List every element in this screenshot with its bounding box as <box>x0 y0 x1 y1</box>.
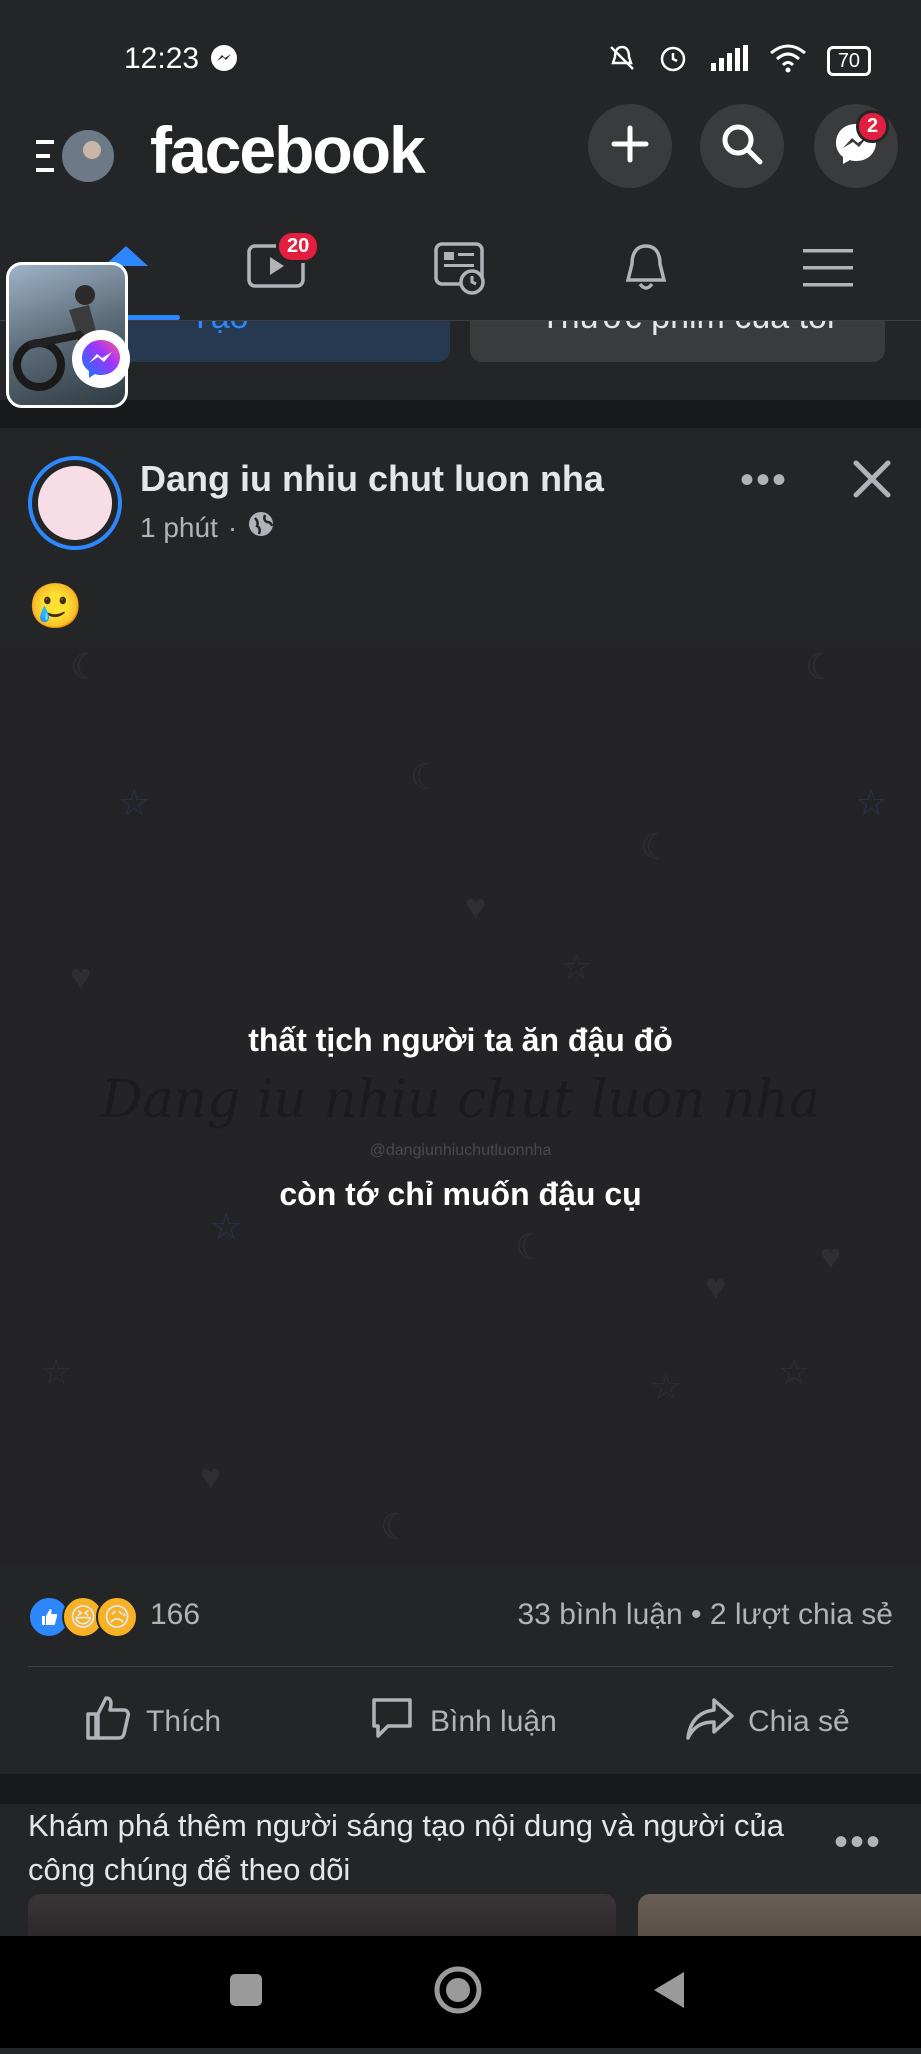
tab-notifications[interactable] <box>606 230 686 310</box>
tab-menu[interactable] <box>788 230 868 310</box>
moon-icon: ☾ <box>805 646 838 687</box>
chat-head-messenger-icon <box>72 330 130 388</box>
post-author-name[interactable]: Dang iu nhiu chut luon nha <box>140 458 604 500</box>
newsfeed-clock-icon <box>432 240 488 301</box>
star-icon: ☆ <box>855 782 888 823</box>
comment-count[interactable]: 33 bình luận <box>517 1598 682 1631</box>
search-button[interactable] <box>700 104 784 188</box>
back-triangle-icon <box>650 1970 690 2015</box>
heart-icon: ♥ <box>705 1266 727 1307</box>
suggestion-options-button[interactable]: ••• <box>834 1820 882 1865</box>
heart-icon: ♥ <box>70 956 92 997</box>
post-stats[interactable]: 33 bình luận • 2 lượt chia sẻ <box>517 1598 893 1632</box>
recent-apps-button[interactable] <box>216 1962 276 2022</box>
heart-icon: ♥ <box>820 1236 842 1277</box>
star-icon: ☆ <box>560 946 593 987</box>
share-count[interactable]: 2 lượt chia sẻ <box>710 1598 893 1631</box>
moon-icon: ☾ <box>70 646 103 687</box>
avatar-image <box>38 466 112 540</box>
plus-icon <box>610 124 650 169</box>
star-icon: ☆ <box>40 1351 73 1392</box>
battery-indicator: 70 <box>826 45 871 76</box>
hamburger-icon <box>801 245 855 296</box>
share-button[interactable]: Chia sẻ <box>686 1694 850 1750</box>
share-icon <box>686 1694 734 1750</box>
image-watermark: Dang iu nhiu chut luon nha <box>100 1070 821 1130</box>
facebook-logo[interactable]: facebook <box>150 112 426 188</box>
create-button[interactable] <box>588 104 672 188</box>
meta-separator: · <box>227 511 238 543</box>
watch-badge: 20 <box>276 230 321 263</box>
reaction-icons[interactable]: 😆 😥 <box>28 1596 138 1638</box>
messenger-badge: 2 <box>856 110 890 143</box>
heart-icon: ♥ <box>200 1456 222 1497</box>
square-icon <box>228 1972 264 2013</box>
image-handle: @dangiunhiuchutluonnha <box>369 1142 552 1159</box>
suggestion-title: Khám phá thêm người sáng tạo nội dung và… <box>28 1808 785 1887</box>
bell-icon <box>618 240 674 301</box>
status-icons: 70 <box>607 42 871 79</box>
reaction-count[interactable]: 166 <box>150 1598 200 1632</box>
app-header <box>0 110 921 220</box>
home-nav-button[interactable] <box>428 1962 488 2022</box>
star-icon: ☆ <box>778 1351 811 1392</box>
moon-icon: ☾ <box>380 1506 413 1547</box>
back-button[interactable] <box>640 1962 700 2022</box>
comment-label: Bình luận <box>430 1705 557 1738</box>
thumbs-up-icon <box>84 1694 132 1750</box>
globe-icon <box>247 510 275 545</box>
signal-icon <box>709 45 749 76</box>
moon-icon: ☾ <box>515 1226 548 1267</box>
sad-reaction-icon: 😥 <box>96 1596 138 1638</box>
post-time[interactable]: 1 phút <box>140 512 218 544</box>
alarm-icon <box>657 42 689 79</box>
divider <box>28 1666 893 1667</box>
close-icon <box>852 453 892 511</box>
post-body-text: 🥲 <box>28 582 83 631</box>
tab-memories[interactable] <box>420 230 500 310</box>
like-button[interactable]: Thích <box>84 1694 221 1750</box>
like-label: Thích <box>146 1705 222 1738</box>
comment-icon <box>368 1694 416 1750</box>
moon-icon: ☾ <box>640 826 673 867</box>
stats-separator: • <box>682 1598 710 1631</box>
post-options-button[interactable]: ••• <box>740 458 788 503</box>
star-icon: ☆ <box>118 782 151 823</box>
wifi-icon <box>769 43 807 78</box>
share-label: Chia sẻ <box>748 1705 850 1738</box>
post-author-avatar[interactable] <box>28 456 122 550</box>
moon-icon: ☾ <box>410 756 443 797</box>
mute-icon <box>607 43 637 78</box>
status-time: 12:23 <box>124 42 200 75</box>
search-icon <box>720 122 764 171</box>
image-text-line-2: còn tớ chỉ muốn đậu cụ <box>279 1176 642 1212</box>
hide-post-button[interactable] <box>852 452 892 512</box>
star-icon: ☆ <box>650 1366 683 1407</box>
comment-button[interactable]: Bình luận <box>368 1694 557 1750</box>
post-meta: 1 phút · <box>140 510 275 545</box>
messenger-notification-icon <box>210 44 238 77</box>
image-text-line-1: thất tịch người ta ăn đậu đỏ <box>248 1022 673 1058</box>
menu-avatar-button[interactable] <box>36 128 116 189</box>
circle-icon <box>433 1965 483 2020</box>
feed-separator <box>0 1774 921 1804</box>
heart-icon: ♥ <box>465 886 487 927</box>
